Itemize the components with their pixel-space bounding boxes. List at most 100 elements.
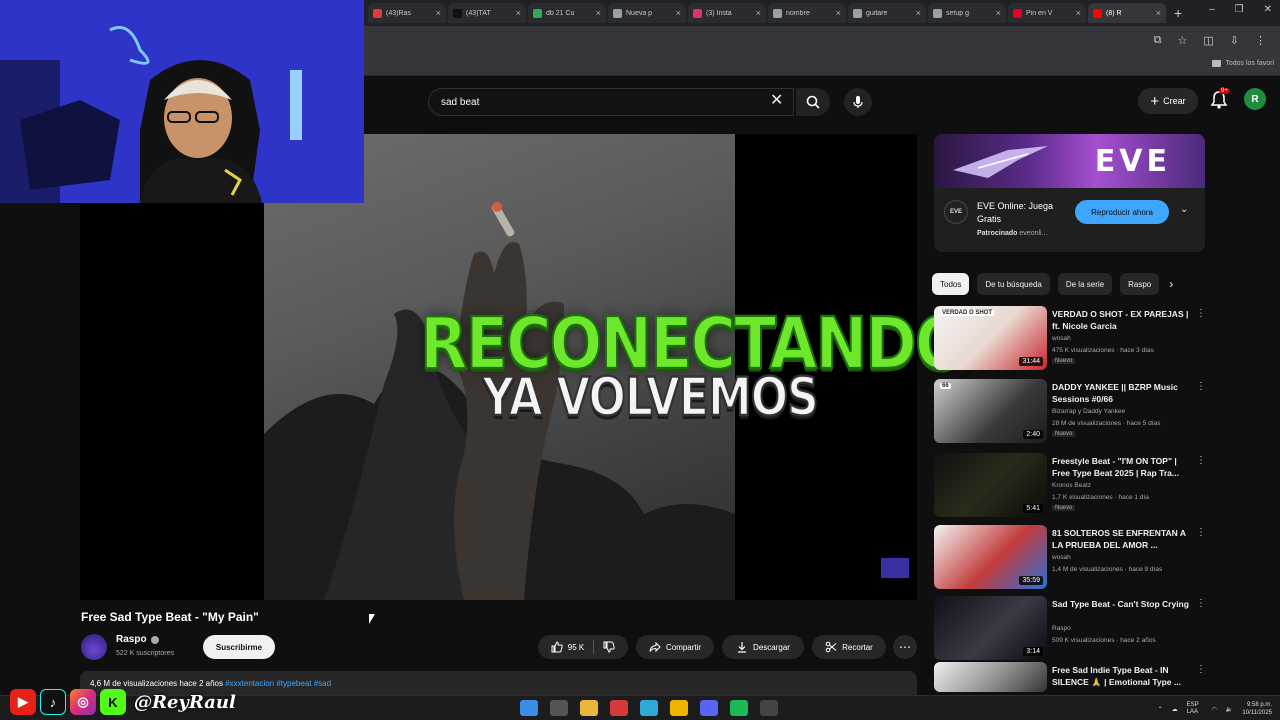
browser-tab[interactable]: guitare × xyxy=(848,3,926,23)
close-tab-icon[interactable]: × xyxy=(836,8,841,18)
channel-avatar[interactable] xyxy=(81,634,107,660)
chevron-right-icon[interactable]: › xyxy=(1169,277,1173,291)
recommended-channel[interactable]: Bizarrap y Daddy Yankee xyxy=(1052,407,1192,417)
video-thumbnail[interactable]: 66 2:40 xyxy=(934,379,1047,443)
sponsored-ad-card[interactable]: EVE EVE EVE Online: Juega Gratis Patroci… xyxy=(934,134,1205,252)
start-menu-icon[interactable] xyxy=(520,700,538,716)
recommended-video-title[interactable]: 81 SOLTEROS SE ENFRENTAN A LA PRUEBA DEL… xyxy=(1052,527,1192,551)
file-explorer-icon[interactable] xyxy=(580,700,598,716)
close-tab-icon[interactable]: × xyxy=(596,8,601,18)
browser-tab[interactable]: (8) R × xyxy=(1088,3,1166,23)
ad-banner-image[interactable]: EVE xyxy=(934,134,1205,188)
extensions-icon[interactable]: ◫ xyxy=(1203,34,1213,47)
browser-tab[interactable]: Pin en V × xyxy=(1008,3,1086,23)
chip-all[interactable]: Todos xyxy=(932,273,970,295)
close-tab-icon[interactable]: × xyxy=(756,8,761,18)
maximize-icon[interactable]: ❐ xyxy=(1235,4,1244,15)
recommended-video[interactable]: 5:41 Freestyle Beat - "I'M ON TOP" | Free… xyxy=(934,453,1206,519)
cast-icon[interactable]: ⧉ xyxy=(1154,34,1162,47)
chevron-up-icon[interactable]: ⌃ xyxy=(1158,706,1163,713)
clock[interactable]: 9:58 p.m. 10/11/2025 xyxy=(1242,701,1272,717)
minimize-icon[interactable]: – xyxy=(1209,4,1215,15)
video-thumbnail[interactable]: 3:14 xyxy=(934,596,1047,660)
recommended-channel[interactable]: Raspo xyxy=(1052,624,1192,634)
volume-icon[interactable]: 🔈 xyxy=(1226,706,1233,713)
chip-from-search[interactable]: De tu búsqueda xyxy=(977,273,1050,295)
like-count[interactable]: 95 K xyxy=(568,643,584,652)
recommended-video-title[interactable]: DADDY YANKEE || BZRP Music Sessions #0/6… xyxy=(1052,381,1192,405)
wifi-icon[interactable]: ◠ xyxy=(1212,706,1217,713)
recommended-video-title[interactable]: Free Sad Indie Type Beat - IN SILENCE 🙏 … xyxy=(1052,664,1192,688)
chevron-down-icon[interactable]: ⌄ xyxy=(1180,204,1188,215)
menu-icon[interactable]: ⋮ xyxy=(1255,34,1266,47)
search-input[interactable]: sad beat xyxy=(428,88,794,116)
dislike-icon[interactable] xyxy=(603,641,615,653)
more-options-icon[interactable]: ⋮ xyxy=(1196,308,1206,319)
browser-tab[interactable]: (43)Ras × xyxy=(368,3,446,23)
close-tab-icon[interactable]: × xyxy=(436,8,441,18)
recommended-video[interactable]: 35:59 81 SOLTEROS SE ENFRENTAN A LA PRUEB… xyxy=(934,525,1206,591)
close-window-icon[interactable]: ✕ xyxy=(1264,4,1272,15)
subscribe-button[interactable]: Suscribirme xyxy=(203,635,275,659)
recommended-video[interactable]: 66 2:40 DADDY YANKEE || BZRP Music Session… xyxy=(934,379,1206,445)
more-options-icon[interactable]: ⋮ xyxy=(1196,527,1206,538)
new-tab-button[interactable]: + xyxy=(1174,5,1182,21)
ad-title[interactable]: EVE Online: Juega Gratis xyxy=(977,200,1057,226)
voice-search-button[interactable] xyxy=(844,88,872,116)
chip-from-series[interactable]: De la serie xyxy=(1057,273,1113,295)
share-button[interactable]: Compartir xyxy=(636,635,714,659)
video-thumbnail[interactable]: 35:59 xyxy=(934,525,1047,589)
discord-icon[interactable] xyxy=(700,700,718,716)
recommended-video-title[interactable]: Sad Type Beat - Can't Stop Crying xyxy=(1052,598,1192,610)
recommended-video-title[interactable]: VERDAD O SHOT - EX PAREJAS | ft. Nicole … xyxy=(1052,308,1192,332)
video-thumbnail[interactable] xyxy=(934,662,1047,692)
account-avatar[interactable]: R xyxy=(1244,88,1266,110)
more-options-icon[interactable]: ⋮ xyxy=(1196,598,1206,609)
bookmark-star-icon[interactable]: ☆ xyxy=(1178,34,1188,47)
close-tab-icon[interactable]: × xyxy=(516,8,521,18)
search-taskbar-icon[interactable] xyxy=(550,700,568,716)
video-thumbnail[interactable]: VERDAD O SHOT 31:44 xyxy=(934,306,1047,370)
obs-icon[interactable] xyxy=(760,700,778,716)
more-options-icon[interactable]: ⋮ xyxy=(1196,455,1206,466)
recommended-video[interactable]: VERDAD O SHOT 31:44 VERDAD O SHOT - EX PAR… xyxy=(934,306,1206,372)
more-options-icon[interactable]: ⋮ xyxy=(1196,664,1206,675)
all-bookmarks-folder[interactable]: Todos los favori xyxy=(1212,60,1274,67)
download-button[interactable]: Descargar xyxy=(722,635,804,659)
recommended-channel[interactable]: wosah xyxy=(1052,334,1192,344)
more-options-icon[interactable]: ⋮ xyxy=(1196,381,1206,392)
downloads-icon[interactable]: ⇩ xyxy=(1230,34,1239,47)
clear-search-icon[interactable]: ✕ xyxy=(770,90,783,110)
close-tab-icon[interactable]: × xyxy=(996,8,1001,18)
recommended-channel[interactable]: wosah xyxy=(1052,553,1192,563)
recommended-video[interactable]: 3:14 Sad Type Beat - Can't Stop Crying Ras… xyxy=(934,596,1206,662)
channel-name-row[interactable]: Raspo xyxy=(116,634,159,645)
recommended-video-title[interactable]: Freestyle Beat - "I'M ON TOP" | Free Typ… xyxy=(1052,455,1192,479)
video-thumbnail[interactable]: 5:41 xyxy=(934,453,1047,517)
description-tags[interactable]: #xxxtentacion #typebeat #sad xyxy=(225,679,331,688)
close-tab-icon[interactable]: × xyxy=(1076,8,1081,18)
recommended-channel[interactable]: Kronos Beatz xyxy=(1052,481,1192,491)
edge-icon[interactable] xyxy=(640,700,658,716)
browser-tab[interactable]: (3) Insta × xyxy=(688,3,766,23)
ad-advertiser-icon[interactable]: EVE xyxy=(944,200,968,224)
cloud-icon[interactable]: ☁ xyxy=(1172,706,1178,713)
media-app-icon[interactable] xyxy=(610,700,628,716)
ad-play-now-button[interactable]: Reproducir ahora xyxy=(1075,200,1169,224)
chip-channel[interactable]: Raspo xyxy=(1120,273,1160,295)
browser-tab[interactable]: (43)TAT × xyxy=(448,3,526,23)
chrome-icon[interactable] xyxy=(670,700,688,716)
like-icon[interactable] xyxy=(551,641,563,653)
browser-tab[interactable]: nombre × xyxy=(768,3,846,23)
create-button[interactable]: + Crear xyxy=(1138,88,1198,114)
recommended-video[interactable]: Free Sad Indie Type Beat - IN SILENCE 🙏 … xyxy=(934,662,1206,692)
browser-tab[interactable]: Nueva p × xyxy=(608,3,686,23)
search-button[interactable] xyxy=(796,88,830,116)
browser-tab[interactable]: setup g × xyxy=(928,3,1006,23)
close-tab-icon[interactable]: × xyxy=(1156,8,1161,18)
close-tab-icon[interactable]: × xyxy=(916,8,921,18)
clip-button[interactable]: Recortar xyxy=(812,635,886,659)
spotify-icon[interactable] xyxy=(730,700,748,716)
browser-tab[interactable]: db 21 Cu × xyxy=(528,3,606,23)
language-indicator[interactable]: ESP LAA xyxy=(1187,702,1203,716)
